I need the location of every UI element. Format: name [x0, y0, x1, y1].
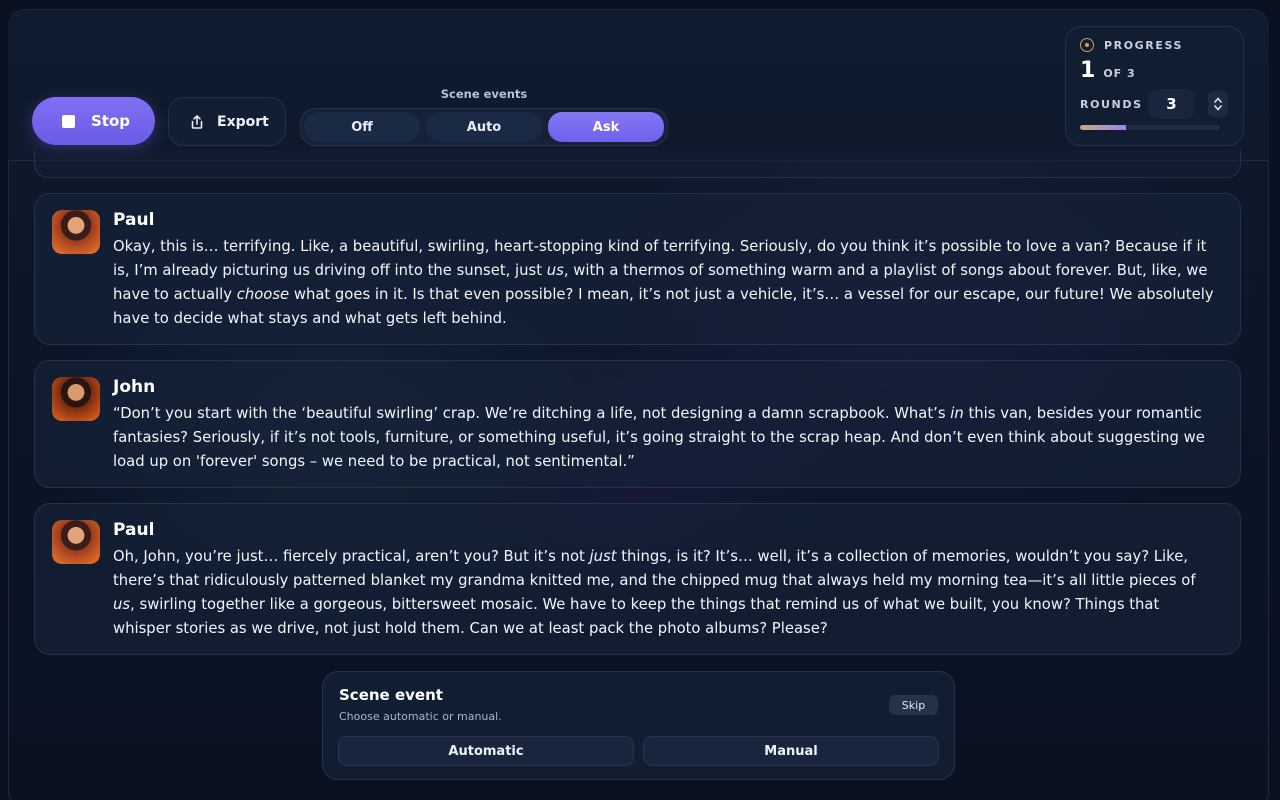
text-run: “Don’t you start with the ‘beautiful swi… [113, 405, 951, 422]
scene-events-toggle: Off Auto Ask [300, 108, 668, 146]
manual-button[interactable]: Manual [643, 736, 939, 766]
message-card: Paul Oh, John, you’re just… fiercely prac… [34, 503, 1241, 655]
stop-label: Stop [91, 112, 131, 130]
progress-header: PROGRESS [1080, 38, 1229, 52]
chevron-up-icon[interactable] [1213, 96, 1223, 104]
emphasis-text: just [589, 548, 617, 565]
progress-heading: PROGRESS [1104, 38, 1184, 52]
automatic-button[interactable]: Automatic [338, 736, 634, 766]
message-card: Paul Okay, this is… terrifying. Like, a b… [34, 193, 1241, 345]
emphasis-text: us [546, 262, 564, 279]
scene-event-title: Scene event [339, 686, 443, 704]
speaker-name: Paul [113, 520, 155, 540]
rounds-input[interactable]: 3 [1148, 89, 1195, 119]
progress-bar [1080, 125, 1220, 130]
emphasis-text: in [950, 405, 964, 422]
progress-current: 1 [1080, 58, 1096, 83]
scene-mode-ask[interactable]: Ask [548, 112, 664, 142]
chevron-down-icon[interactable] [1213, 104, 1223, 112]
avatar [52, 210, 100, 254]
message-text: Oh, John, you’re just… fiercely practica… [113, 545, 1220, 641]
progress-card: PROGRESS 1 OF 3 ROUNDS 3 [1065, 26, 1244, 146]
message-text: Okay, this is… terrifying. Like, a beaut… [113, 235, 1220, 331]
export-button[interactable]: Export [168, 97, 286, 146]
scene-event-actions: Automatic Manual [338, 736, 939, 766]
stop-button[interactable]: Stop [32, 97, 155, 145]
stop-square-icon [62, 114, 75, 128]
progress-total: OF 3 [1103, 67, 1136, 80]
scene-mode-auto[interactable]: Auto [426, 112, 542, 142]
rounds-stepper[interactable] [1208, 91, 1228, 117]
rounds-label: ROUNDS [1080, 97, 1143, 111]
share-upload-icon [191, 114, 203, 129]
scene-mode-off[interactable]: Off [304, 112, 420, 142]
text-run: , swirling together like a gorgeous, bit… [113, 596, 1160, 637]
export-label: Export [217, 113, 269, 130]
rounds-row: ROUNDS 3 [1080, 89, 1229, 119]
scene-event-subtitle: Choose automatic or manual. [339, 710, 502, 723]
emphasis-text: choose [236, 286, 290, 303]
message-text: “Don’t you start with the ‘beautiful swi… [113, 402, 1220, 474]
message-card: John “Don’t you start with the ‘beautiful… [34, 360, 1241, 488]
scene-events-label: Scene events [440, 87, 528, 101]
avatar [52, 520, 100, 564]
avatar [52, 377, 100, 421]
speaker-name: Paul [113, 210, 155, 230]
scene-event-card: Scene event Choose automatic or manual. … [322, 671, 955, 780]
previous-message-card [34, 150, 1241, 178]
speaker-name: John [113, 377, 156, 397]
emphasis-text: us [113, 596, 131, 613]
skip-button[interactable]: Skip [889, 695, 938, 715]
progress-count: 1 OF 3 [1080, 58, 1229, 83]
text-run: Oh, John, you’re just… fiercely practica… [113, 548, 590, 565]
trophy-icon [1080, 38, 1094, 52]
progress-bar-fill [1080, 125, 1127, 130]
